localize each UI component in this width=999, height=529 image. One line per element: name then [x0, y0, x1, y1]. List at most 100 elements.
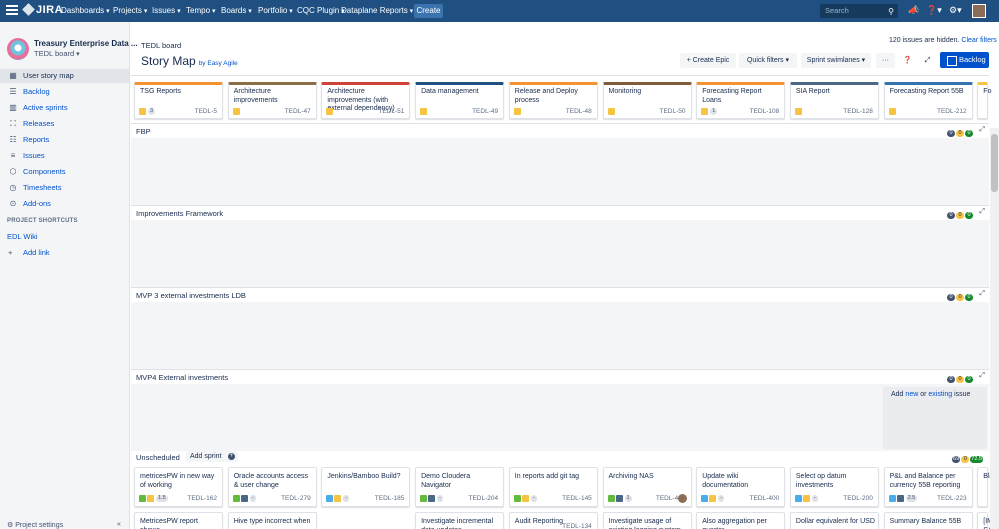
help-icon[interactable]: ❓	[899, 53, 916, 68]
issue-card[interactable]: MetricesPW report shows	[134, 512, 223, 529]
issue-key[interactable]: TEDL-279	[281, 495, 311, 502]
feedback-icon[interactable]: 📣	[908, 5, 919, 16]
sidebar-item-reports[interactable]: ☷ Reports	[0, 133, 129, 147]
epic-key[interactable]: TEDL-51	[378, 108, 404, 115]
epic-card[interactable]: Release and Deploy process TEDL-48	[508, 82, 598, 119]
project-settings[interactable]: ⚙ Project settings	[7, 521, 63, 529]
sidebar-item-active-sprints[interactable]: ▥ Active sprints	[0, 101, 129, 115]
app-switcher-icon[interactable]	[6, 5, 18, 17]
issue-key[interactable]: TEDL-162	[187, 495, 217, 502]
help-icon[interactable]: ❓▾	[926, 5, 942, 16]
issue-card[interactable]: Investigate incremental data updates	[415, 512, 505, 529]
epic-card[interactable]: Forecasting Report 55B TEDL-212	[883, 82, 973, 119]
add-new-issue-link[interactable]: new	[905, 391, 918, 398]
issue-card[interactable]: [IM SA	[977, 512, 993, 529]
epic-card[interactable]: Monitoring TEDL-50	[602, 82, 692, 119]
backlog-button[interactable]: Backlog	[940, 52, 989, 68]
epic-key[interactable]: TEDL-48	[566, 108, 592, 115]
collapse-sidebar-icon[interactable]: «	[117, 521, 121, 528]
epic-key[interactable]: TEDL-50	[659, 108, 685, 115]
epic-key[interactable]: TEDL-5	[195, 108, 217, 115]
fullscreen-icon[interactable]: ⤢	[919, 53, 936, 68]
nav-cqc-plugin[interactable]: CQC Plugin	[297, 6, 345, 15]
swimlane-header[interactable]	[131, 288, 989, 302]
issue-key[interactable]: TEDL-204	[468, 495, 498, 502]
issue-card[interactable]: P&L and Balance per currency 55B reporti…	[883, 467, 973, 507]
epic-key[interactable]: TEDL-49	[472, 108, 498, 115]
shortcut-edl-wiki[interactable]: EDL Wiki	[7, 232, 38, 241]
sidebar-item-components[interactable]: ⬡ Components	[0, 165, 129, 179]
board-selector[interactable]: TEDL board	[34, 49, 80, 58]
issue-card[interactable]: Hive type incorrect when	[227, 512, 317, 529]
sidebar-item-user-story-map[interactable]: ▦ User story map	[0, 69, 129, 83]
nav-dataplane-reports[interactable]: Dataplane Reports	[341, 6, 413, 15]
issue-card[interactable]: Select op datum investments - TEDL-200	[789, 467, 879, 507]
issue-key[interactable]: TEDL-223	[937, 495, 967, 502]
issue-card[interactable]: Bla	[977, 467, 993, 507]
clear-filters-link[interactable]: Clear filters	[961, 37, 996, 44]
sidebar-item-issues[interactable]: ≡ Issues	[0, 149, 129, 163]
sidebar-item-timesheets[interactable]: ◷ Timesheets	[0, 181, 129, 195]
quick-filters-button[interactable]: Quick filters	[739, 53, 797, 68]
swimlane-header[interactable]	[131, 124, 989, 138]
swimlane-header[interactable]	[131, 370, 989, 384]
nav-tempo[interactable]: Tempo	[186, 6, 215, 15]
nav-issues[interactable]: Issues	[152, 6, 181, 15]
search-input[interactable]: Search ⚲	[820, 4, 898, 18]
issue-card[interactable]: Update wiki documentation - TEDL-400	[696, 467, 786, 507]
epic-card[interactable]: TSG Reports 3 TEDL-5	[134, 82, 223, 119]
jira-logo[interactable]: JIRA	[22, 3, 63, 16]
issue-card[interactable]: Also aggregation per quarter	[696, 512, 786, 529]
nav-projects[interactable]: Projects	[113, 6, 147, 15]
nav-portfolio[interactable]: Portfolio	[258, 6, 293, 15]
epic-card[interactable]: Fo	[977, 82, 991, 119]
epic-card[interactable]: Architecture improvements TEDL-47	[227, 82, 317, 119]
sidebar-item-releases[interactable]: ⛶ Releases	[0, 117, 129, 131]
issue-key[interactable]: TEDL-185	[375, 495, 405, 502]
sprint-swimlanes-button[interactable]: Sprint swimlanes	[801, 53, 871, 68]
epic-key[interactable]: TEDL-108	[750, 108, 780, 115]
nav-dashboards[interactable]: Dashboards	[61, 6, 110, 15]
expand-icon[interactable]: ⤢	[979, 372, 985, 380]
issue-key[interactable]: TEDL-134	[562, 523, 592, 529]
issue-key[interactable]: TEDL-145	[562, 495, 592, 502]
add-existing-issue-link[interactable]: existing	[928, 391, 952, 398]
project-name[interactable]: Treasury Enterprise Data ...	[34, 39, 138, 48]
issue-card[interactable]: Demo Cloudera Navigator - TEDL-204	[415, 467, 505, 507]
epic-card[interactable]: Architecture improvements (with external…	[321, 82, 411, 119]
epic-key[interactable]: TEDL-128	[843, 108, 873, 115]
by-easy-agile-link[interactable]: by Easy Agile	[199, 60, 238, 67]
issue-card[interactable]: Summary Balance 55B	[883, 512, 973, 529]
add-link[interactable]: Add link	[23, 248, 50, 257]
create-epic-button[interactable]: + Create Epic	[680, 53, 736, 68]
board-breadcrumb[interactable]: TEDL board	[141, 41, 181, 50]
issue-key[interactable]: TEDL-200	[843, 495, 873, 502]
expand-icon[interactable]: ⤢	[979, 208, 985, 216]
issue-card[interactable]: Oracle accounts access & user change - TED…	[227, 467, 317, 507]
vertical-scrollbar[interactable]	[990, 128, 999, 529]
issue-card[interactable]: Dollar equivalent for USD	[789, 512, 879, 529]
issue-key[interactable]: TEDL-400	[750, 495, 780, 502]
issue-card[interactable]: Audit Reporting TEDL-134	[508, 512, 598, 529]
issue-card[interactable]: Investigate usage of existing logging sy…	[602, 512, 692, 529]
issue-card[interactable]: In reports add git tag - TEDL-145	[508, 467, 598, 507]
gear-icon[interactable]: ⚙▾	[949, 5, 962, 16]
project-avatar[interactable]	[7, 38, 29, 60]
epic-key[interactable]: TEDL-212	[937, 108, 967, 115]
add-sprint-button[interactable]: Add sprint +	[186, 451, 238, 462]
issue-card[interactable]: Jenkins/Bamboo Build? - TEDL-185	[321, 467, 411, 507]
epic-key[interactable]: TEDL-47	[285, 108, 311, 115]
epic-card[interactable]: SIA Report TEDL-128	[789, 82, 879, 119]
add-link-icon[interactable]: +	[8, 248, 12, 257]
sidebar-item-backlog[interactable]: ☰ Backlog	[0, 85, 129, 99]
expand-icon[interactable]: ⤢	[979, 290, 985, 298]
epic-card[interactable]: Data management TEDL-49	[415, 82, 505, 119]
expand-icon[interactable]: ⤢	[979, 126, 985, 134]
nav-boards[interactable]: Boards	[221, 6, 252, 15]
epic-card[interactable]: Forecasting Report Loans 1 TEDL-108	[696, 82, 786, 119]
sidebar-item-add-ons[interactable]: ⊙ Add-ons	[0, 197, 129, 211]
create-button[interactable]: Create	[414, 4, 443, 18]
more-actions-button[interactable]: ···	[876, 53, 895, 68]
user-avatar[interactable]	[972, 4, 986, 18]
scrollbar-thumb[interactable]	[991, 134, 998, 192]
